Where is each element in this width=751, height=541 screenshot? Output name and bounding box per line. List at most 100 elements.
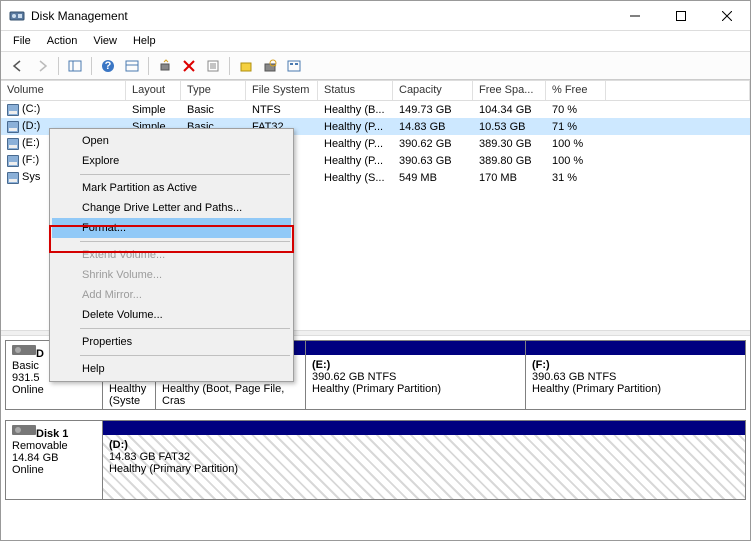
volume-pfree-cell: 71 % xyxy=(546,121,606,133)
disk-0-type: Basic xyxy=(12,360,39,372)
delete-button[interactable] xyxy=(178,55,200,77)
volume-status-cell: Healthy (B... xyxy=(318,104,393,116)
column-headers: Volume Layout Type File System Status Ca… xyxy=(1,80,750,101)
disk-0-status: Online xyxy=(12,384,44,396)
menubar: File Action View Help xyxy=(1,31,750,52)
partition-status: Healthy (Primary Partition) xyxy=(532,383,661,395)
partition-f[interactable]: (F:) 390.63 GB NTFS Healthy (Primary Par… xyxy=(525,341,745,409)
volume-status-cell: Healthy (P... xyxy=(318,121,393,133)
disk-icon xyxy=(12,345,36,355)
col-layout[interactable]: Layout xyxy=(126,81,181,100)
window-title: Disk Management xyxy=(31,9,612,23)
col-capacity[interactable]: Capacity xyxy=(393,81,473,100)
partition-fs: 390.62 GB NTFS xyxy=(312,371,396,383)
volume-pfree-cell: 100 % xyxy=(546,138,606,150)
show-hide-console-tree-button[interactable] xyxy=(64,55,86,77)
partition-name: (F:) xyxy=(532,359,550,371)
volume-status-cell: Healthy (P... xyxy=(318,138,393,150)
titlebar: Disk Management xyxy=(1,1,750,31)
ctx-change-drive-letter[interactable]: Change Drive Letter and Paths... xyxy=(52,198,291,218)
volume-status-cell: Healthy (P... xyxy=(318,155,393,167)
volume-icon xyxy=(7,138,19,150)
menu-file[interactable]: File xyxy=(5,33,39,49)
volume-layout-cell: Simple xyxy=(126,104,181,116)
ctx-format[interactable]: Format... xyxy=(52,218,291,238)
volume-icon xyxy=(7,121,19,133)
col-status[interactable]: Status xyxy=(318,81,393,100)
partition-name: (E:) xyxy=(312,359,330,371)
settings-button[interactable] xyxy=(121,55,143,77)
svg-text:?: ? xyxy=(105,60,112,72)
volume-icon xyxy=(7,155,19,167)
volume-capacity-cell: 149.73 GB xyxy=(393,104,473,116)
volume-free-cell: 389.30 GB xyxy=(473,138,546,150)
ctx-shrink-volume: Shrink Volume... xyxy=(52,265,291,285)
col-volume[interactable]: Volume xyxy=(1,81,126,100)
menu-help[interactable]: Help xyxy=(125,33,164,49)
volume-pfree-cell: 100 % xyxy=(546,155,606,167)
ctx-properties[interactable]: Properties xyxy=(52,332,291,352)
volume-capacity-cell: 14.83 GB xyxy=(393,121,473,133)
refresh-button[interactable] xyxy=(154,55,176,77)
disk-0-label: D xyxy=(36,348,44,360)
toolbar-separator xyxy=(91,57,92,75)
ctx-explore[interactable]: Explore xyxy=(52,151,291,171)
partition-status: Healthy (Primary Partition) xyxy=(312,383,441,395)
volume-capacity-cell: 549 MB xyxy=(393,172,473,184)
ctx-extend-volume: Extend Volume... xyxy=(52,245,291,265)
volume-free-cell: 170 MB xyxy=(473,172,546,184)
properties-button[interactable] xyxy=(202,55,224,77)
ctx-mark-active[interactable]: Mark Partition as Active xyxy=(52,178,291,198)
ctx-add-mirror: Add Mirror... xyxy=(52,285,291,305)
disk-0-size: 931.5 xyxy=(12,372,40,384)
close-button[interactable] xyxy=(704,1,750,31)
toolbar-separator xyxy=(148,57,149,75)
ctx-open[interactable]: Open xyxy=(52,131,291,151)
col-type[interactable]: Type xyxy=(181,81,246,100)
disk-1-row[interactable]: Disk 1 Removable 14.84 GB Online (D:) 14… xyxy=(5,420,746,500)
menu-view[interactable]: View xyxy=(85,33,125,49)
minimize-button[interactable] xyxy=(612,1,658,31)
disk-1-size: 14.84 GB xyxy=(12,452,58,464)
ctx-help[interactable]: Help xyxy=(52,359,291,379)
menu-action[interactable]: Action xyxy=(39,33,86,49)
ctx-delete-volume[interactable]: Delete Volume... xyxy=(52,305,291,325)
volume-status-cell: Healthy (S... xyxy=(318,172,393,184)
volume-pfree-cell: 70 % xyxy=(546,104,606,116)
volume-free-cell: 10.53 GB xyxy=(473,121,546,133)
col-spacer xyxy=(606,81,750,100)
ctx-separator xyxy=(80,241,290,242)
volume-free-cell: 389.80 GB xyxy=(473,155,546,167)
partition-fs: 14.83 GB FAT32 xyxy=(109,451,190,463)
new-volume-button[interactable] xyxy=(235,55,257,77)
volume-free-cell: 104.34 GB xyxy=(473,104,546,116)
disk-1-status: Online xyxy=(12,464,44,476)
partition-status: Healthy (Primary Partition) xyxy=(109,463,238,475)
more-actions-button[interactable] xyxy=(283,55,305,77)
forward-button[interactable] xyxy=(31,55,53,77)
help-button[interactable]: ? xyxy=(97,55,119,77)
partition-header-stripe xyxy=(306,341,525,355)
col-percentfree[interactable]: % Free xyxy=(546,81,606,100)
app-icon xyxy=(9,8,25,24)
volume-pfree-cell: 31 % xyxy=(546,172,606,184)
partition-status: Healthy (Syste xyxy=(109,383,146,407)
col-freespace[interactable]: Free Spa... xyxy=(473,81,546,100)
disk-1-type: Removable xyxy=(12,440,68,452)
partition-d[interactable]: (D:) 14.83 GB FAT32 Healthy (Primary Par… xyxy=(103,421,745,499)
maximize-button[interactable] xyxy=(658,1,704,31)
volume-row[interactable]: (C:)SimpleBasicNTFSHealthy (B...149.73 G… xyxy=(1,101,750,118)
disk-1-label: Disk 1 xyxy=(36,428,68,440)
ctx-separator xyxy=(80,355,290,356)
back-button[interactable] xyxy=(7,55,29,77)
volume-capacity-cell: 390.62 GB xyxy=(393,138,473,150)
volume-capacity-cell: 390.63 GB xyxy=(393,155,473,167)
volume-name-cell: (C:) xyxy=(1,103,126,115)
col-filesystem[interactable]: File System xyxy=(246,81,318,100)
partition-e[interactable]: (E:) 390.62 GB NTFS Healthy (Primary Par… xyxy=(305,341,525,409)
attach-vhd-button[interactable] xyxy=(259,55,281,77)
context-menu: Open Explore Mark Partition as Active Ch… xyxy=(49,128,294,382)
ctx-separator xyxy=(80,174,290,175)
volume-fs-cell: NTFS xyxy=(246,104,318,116)
disk-1-header[interactable]: Disk 1 Removable 14.84 GB Online xyxy=(6,421,103,499)
